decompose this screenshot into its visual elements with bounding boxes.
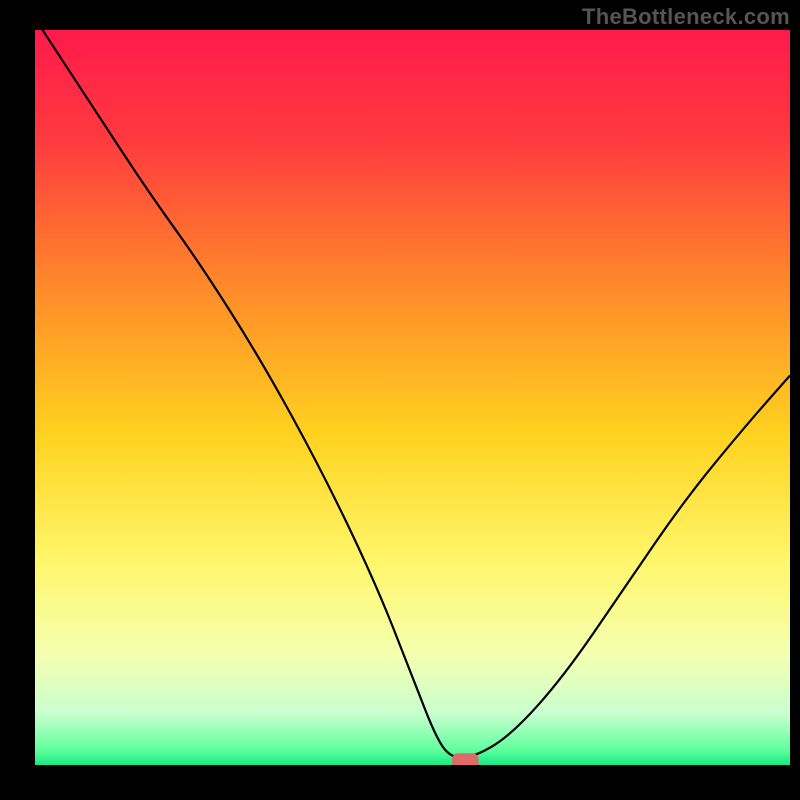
watermark-text: TheBottleneck.com — [582, 4, 790, 30]
gradient-background — [35, 30, 790, 765]
optimal-point-marker — [452, 753, 478, 765]
chart-frame: TheBottleneck.com — [0, 0, 800, 800]
plot-area — [35, 30, 790, 765]
chart-svg — [35, 30, 790, 765]
